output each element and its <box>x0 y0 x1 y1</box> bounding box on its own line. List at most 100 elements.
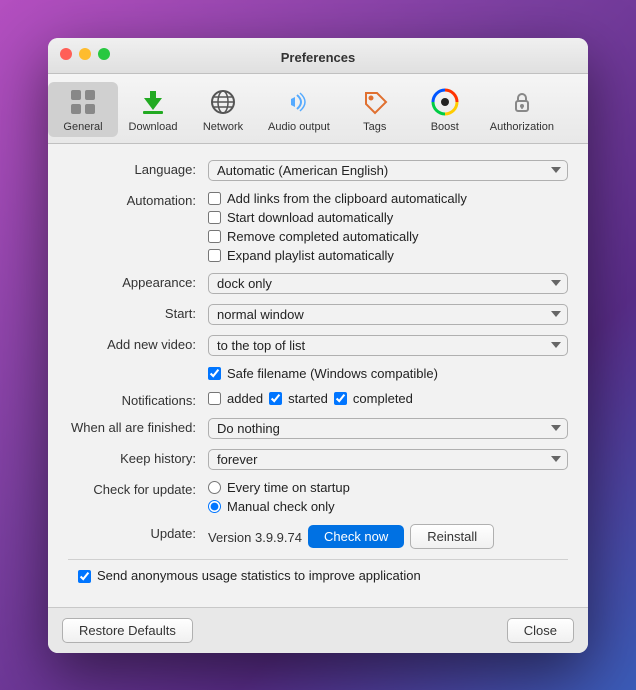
add-links-checkbox[interactable] <box>208 192 221 205</box>
check-update-content: Every time on startup Manual check only <box>208 480 568 514</box>
notification-added-label: added <box>227 391 263 406</box>
update-label: Update: <box>68 524 208 541</box>
safe-filename-text: Safe filename (Windows compatible) <box>227 366 438 381</box>
tab-network-label: Network <box>203 121 243 133</box>
notifications-inline: added started completed <box>208 391 568 406</box>
automation-label: Automation: <box>68 191 208 208</box>
tags-icon <box>359 86 391 118</box>
automation-add-links[interactable]: Add links from the clipboard automatical… <box>208 191 568 206</box>
update-every-startup[interactable]: Every time on startup <box>208 480 568 495</box>
divider <box>68 559 568 560</box>
start-select[interactable]: normal windowminimizedhidden <box>208 304 568 325</box>
appearance-row: Appearance: dock onlynormal windowmenu b… <box>68 273 568 294</box>
window-title: Preferences <box>60 50 576 73</box>
keep-history-row: Keep history: forever1 week1 monthnever <box>68 449 568 470</box>
restore-defaults-button[interactable]: Restore Defaults <box>62 618 193 643</box>
tab-general-label: General <box>63 121 102 133</box>
tab-boost[interactable]: Boost <box>410 82 480 137</box>
notification-started-checkbox[interactable] <box>269 392 282 405</box>
language-label: Language: <box>68 160 208 177</box>
automation-start-download[interactable]: Start download automatically <box>208 210 568 225</box>
maximize-window-button[interactable] <box>98 48 110 60</box>
when-finished-content: Do nothingQuitSleepShutdown <box>208 418 568 439</box>
automation-expand-playlist[interactable]: Expand playlist automatically <box>208 248 568 263</box>
notification-added[interactable]: added <box>208 391 263 406</box>
language-select[interactable]: Automatic (American English) <box>208 160 568 181</box>
remove-completed-label: Remove completed automatically <box>227 229 418 244</box>
update-inline: Version 3.9.9.74 Check now Reinstall <box>208 524 568 549</box>
notification-added-checkbox[interactable] <box>208 392 221 405</box>
check-update-row: Check for update: Every time on startup … <box>68 480 568 514</box>
notification-completed-checkbox[interactable] <box>334 392 347 405</box>
appearance-content: dock onlynormal windowmenu bar only <box>208 273 568 294</box>
safe-filename-checkbox[interactable] <box>208 367 221 380</box>
automation-content: Add links from the clipboard automatical… <box>208 191 568 263</box>
tab-download[interactable]: Download <box>118 82 188 137</box>
safe-filename-row: Safe filename (Windows compatible) <box>208 366 568 381</box>
tab-boost-label: Boost <box>431 121 459 133</box>
expand-playlist-checkbox[interactable] <box>208 249 221 262</box>
language-content: Automatic (American English) <box>208 160 568 181</box>
update-every-startup-radio[interactable] <box>208 481 221 494</box>
keep-history-select[interactable]: forever1 week1 monthnever <box>208 449 568 470</box>
tab-network[interactable]: Network <box>188 82 258 137</box>
anonymous-checkbox[interactable] <box>78 570 91 583</box>
tab-audio-label: Audio output <box>268 121 330 133</box>
automation-remove-completed[interactable]: Remove completed automatically <box>208 229 568 244</box>
add-new-video-select[interactable]: to the top of listto the bottom of list <box>208 335 568 356</box>
notification-completed-label: completed <box>353 391 413 406</box>
automation-row: Automation: Add links from the clipboard… <box>68 191 568 263</box>
audio-icon <box>283 86 315 118</box>
start-download-checkbox[interactable] <box>208 211 221 224</box>
notifications-content: added started completed <box>208 391 568 406</box>
appearance-select[interactable]: dock onlynormal windowmenu bar only <box>208 273 568 294</box>
update-manual-only[interactable]: Manual check only <box>208 499 568 514</box>
update-every-startup-label: Every time on startup <box>227 480 350 495</box>
notifications-row: Notifications: added started completed <box>68 391 568 408</box>
expand-playlist-label: Expand playlist automatically <box>227 248 394 263</box>
tab-general[interactable]: General <box>48 82 118 137</box>
when-finished-row: When all are finished: Do nothingQuitSle… <box>68 418 568 439</box>
check-update-label: Check for update: <box>68 480 208 497</box>
add-links-label: Add links from the clipboard automatical… <box>227 191 467 206</box>
notification-started[interactable]: started <box>269 391 328 406</box>
notification-started-label: started <box>288 391 328 406</box>
check-now-button[interactable]: Check now <box>308 525 404 548</box>
tab-tags[interactable]: Tags <box>340 82 410 137</box>
tab-download-label: Download <box>129 121 178 133</box>
update-manual-only-label: Manual check only <box>227 499 335 514</box>
remove-completed-checkbox[interactable] <box>208 230 221 243</box>
download-icon <box>137 86 169 118</box>
start-download-label: Start download automatically <box>227 210 393 225</box>
anonymous-row: Send anonymous usage statistics to impro… <box>68 568 568 583</box>
add-new-video-label: Add new video: <box>68 335 208 352</box>
preferences-window: Preferences General Download Network Au <box>48 38 588 653</box>
close-button[interactable]: Close <box>507 618 574 643</box>
reinstall-button[interactable]: Reinstall <box>410 524 494 549</box>
authorization-icon <box>506 86 538 118</box>
when-finished-label: When all are finished: <box>68 418 208 435</box>
start-content: normal windowminimizedhidden <box>208 304 568 325</box>
keep-history-label: Keep history: <box>68 449 208 466</box>
bottom-bar: Restore Defaults Close <box>48 607 588 653</box>
when-finished-select[interactable]: Do nothingQuitSleepShutdown <box>208 418 568 439</box>
safe-filename-label[interactable]: Safe filename (Windows compatible) <box>208 366 438 381</box>
start-row: Start: normal windowminimizedhidden <box>68 304 568 325</box>
add-new-video-row: Add new video: to the top of listto the … <box>68 335 568 356</box>
add-new-video-content: to the top of listto the bottom of list <box>208 335 568 356</box>
anonymous-label: Send anonymous usage statistics to impro… <box>97 568 421 583</box>
tab-authorization-label: Authorization <box>490 121 554 133</box>
boost-icon <box>429 86 461 118</box>
general-icon <box>67 86 99 118</box>
notification-completed[interactable]: completed <box>334 391 413 406</box>
network-icon <box>207 86 239 118</box>
close-window-button[interactable] <box>60 48 72 60</box>
update-content: Version 3.9.9.74 Check now Reinstall <box>208 524 568 549</box>
tab-authorization[interactable]: Authorization <box>480 82 564 137</box>
tab-audio[interactable]: Audio output <box>258 82 340 137</box>
update-manual-only-radio[interactable] <box>208 500 221 513</box>
minimize-window-button[interactable] <box>79 48 91 60</box>
preferences-content: Language: Automatic (American English) A… <box>48 144 588 607</box>
notifications-label: Notifications: <box>68 391 208 408</box>
language-row: Language: Automatic (American English) <box>68 160 568 181</box>
